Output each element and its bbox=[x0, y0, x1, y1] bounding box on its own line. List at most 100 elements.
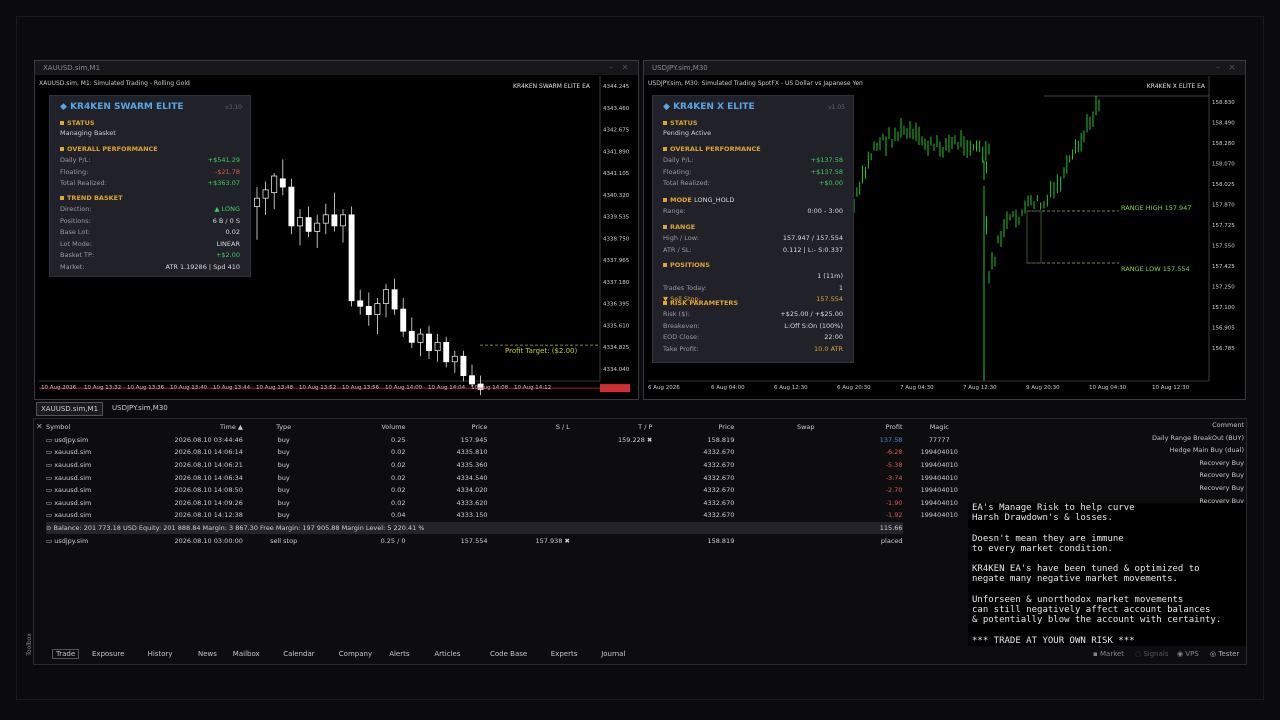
table-row[interactable]: ▭ xauusd.sim 2026.08.10 14:12:38 buy 0.04 43… bbox=[46, 509, 976, 522]
comment-cell: Daily Range BreakOut (BUY) bbox=[1151, 433, 1244, 442]
pending-order-row[interactable]: ▭ usdjpy.sim 2026.08.10 03:00:00 sell stop… bbox=[46, 534, 976, 547]
close-button[interactable]: ✕ bbox=[620, 61, 630, 75]
tab-calendar[interactable]: Calendar bbox=[283, 650, 314, 658]
panel-version: v3.10 bbox=[225, 104, 242, 111]
minimize-button[interactable]: – bbox=[606, 61, 616, 75]
table-cell: 4332.670 bbox=[703, 498, 735, 507]
panel-row: Market: ATR 1.19286 | Spd 410 bbox=[60, 263, 240, 273]
table-cell: ▭ usdjpy.sim bbox=[46, 536, 89, 545]
panel-row: 1 (11m) bbox=[663, 272, 843, 282]
candle bbox=[348, 214, 355, 302]
table-row[interactable]: ▭ usdjpy.sim 2026.08.10 03:44:46 buy 0.25 15… bbox=[46, 434, 976, 447]
tab-trade[interactable]: Trade bbox=[52, 649, 80, 659]
table-cell bbox=[488, 446, 570, 459]
range-high-label: RANGE HIGH 157.947 bbox=[1121, 204, 1191, 212]
table-row[interactable]: ▭ xauusd.sim 2026.08.10 14:06:21 buy 0.02 43… bbox=[46, 459, 976, 472]
panel-row-value: +$25.00 / +$25.00 bbox=[780, 310, 843, 318]
panel-row-value: 0:00 - 3:00 bbox=[807, 207, 843, 215]
table-cell: 4335.360 bbox=[456, 461, 488, 470]
disclaimer-line: EA's Manage Risk to help curve bbox=[972, 503, 1135, 513]
disclaimer-line: to every market condition. bbox=[972, 543, 1113, 554]
close-button[interactable]: ✕ bbox=[1227, 61, 1237, 75]
tab-journal[interactable]: Journal bbox=[601, 650, 625, 658]
table-cell: 4332.670 bbox=[703, 486, 735, 495]
table-cell: -6.28 bbox=[885, 448, 903, 457]
price-tick-label: 158.830 bbox=[1212, 100, 1235, 106]
table-cell: 2026.08.10 14:06:34 bbox=[174, 473, 243, 482]
table-cell: Volume bbox=[381, 423, 406, 432]
panel-row-key: Lot Mode: bbox=[60, 239, 92, 248]
status-vps[interactable]: ◉ VPS bbox=[1177, 650, 1199, 658]
panel-row: Breakeven: L:Off S:On (100%) bbox=[663, 322, 843, 332]
tab-alerts[interactable]: Alerts bbox=[389, 650, 409, 658]
tab-experts[interactable]: Experts bbox=[551, 650, 578, 658]
panel-row-key: Direction: bbox=[60, 205, 92, 213]
disclaimer-line bbox=[968, 523, 1246, 533]
table-row[interactable]: ▭ xauusd.sim 2026.08.10 14:06:34 buy 0.02 43… bbox=[46, 471, 976, 484]
panel-row-key: Market: bbox=[60, 263, 85, 271]
price-tick-label: 4335.610 bbox=[603, 323, 630, 329]
table-cell: 4332.670 bbox=[703, 511, 735, 520]
table-cell: Time ▲ bbox=[219, 423, 243, 432]
chart-window-usdjpy[interactable]: USDJPY.sim,M30 – ✕ 158.830 158.490 158.280… bbox=[643, 60, 1246, 400]
tab-exposure[interactable]: Exposure bbox=[92, 650, 124, 658]
table-cell: 4335.810 bbox=[456, 448, 488, 457]
price-tick-label: 4343.460 bbox=[603, 106, 630, 112]
panel-row-key: Risk ($): bbox=[663, 310, 690, 318]
table-cell bbox=[488, 509, 570, 522]
status-header: STATUS bbox=[663, 119, 843, 129]
mode-header: MODE LONG_HOLD bbox=[663, 196, 843, 206]
table-cell bbox=[488, 434, 570, 447]
candle bbox=[426, 333, 432, 352]
panel-row-value: -$21.78 bbox=[214, 167, 240, 176]
time-tick-label: 7 Aug 12:30 bbox=[963, 385, 997, 391]
table-cell: 2026.08.10 14:06:21 bbox=[174, 461, 243, 470]
panel-row: ATR / SL: 0.112 | L:- S:0.337 bbox=[663, 246, 843, 256]
table-cell: 0.02 bbox=[391, 486, 406, 495]
price-tick-label: 4338.750 bbox=[603, 236, 630, 242]
table-cell bbox=[488, 471, 570, 484]
risk-header: RISK PARAMETERS bbox=[663, 299, 843, 309]
ea-tag: KR4KEN X ELITE EA bbox=[1146, 83, 1205, 90]
panel-row-value: 157.947 / 157.554 bbox=[782, 234, 843, 242]
table-cell bbox=[903, 534, 976, 547]
chart-window-xauusd[interactable]: XAUUSD.sim,M1 – ✕ 4344.245 4343.460 4342.6… bbox=[34, 60, 639, 400]
tab-news[interactable]: News bbox=[198, 650, 217, 658]
table-row[interactable]: ▭ xauusd.sim 2026.08.10 14:08:50 buy 0.02 43… bbox=[46, 484, 976, 497]
panel-row: Daily P/L: +$137.58 bbox=[663, 156, 843, 166]
price-tick-label: 4334.825 bbox=[603, 345, 630, 351]
table-row[interactable]: ▭ xauusd.sim 2026.08.10 14:09:26 buy 0.02 43… bbox=[46, 497, 976, 510]
candle bbox=[288, 186, 295, 227]
close-icon[interactable]: ✕ bbox=[36, 422, 43, 431]
table-cell: -2.70 bbox=[885, 486, 903, 495]
table-cell: 2026.08.10 14:12:38 bbox=[174, 511, 243, 520]
status-tester[interactable]: ◎ Tester bbox=[1210, 650, 1239, 658]
chart-title: USDJPY.sim, M30: Simulated Trading SpotF… bbox=[648, 80, 863, 87]
panel-row-key: Breakeven: bbox=[663, 321, 700, 330]
table-cell: 199404010 bbox=[920, 448, 958, 457]
chart-tab-usdjpy[interactable]: USDJPY.sim,M30 bbox=[108, 402, 172, 414]
tab-articles[interactable]: Articles bbox=[434, 650, 460, 658]
table-cell: 77777 bbox=[928, 435, 950, 444]
price-tick-label: 158.070 bbox=[1212, 162, 1235, 168]
price-tick-label: 4341.890 bbox=[603, 149, 630, 155]
tab-code-base[interactable]: Code Base bbox=[490, 650, 527, 658]
candle bbox=[365, 305, 372, 315]
disclaimer-line: Doesn't mean they are immune bbox=[972, 533, 1124, 544]
table-cell bbox=[488, 484, 570, 497]
chart-tab-xauusd[interactable]: XAUUSD.sim,M1 bbox=[36, 402, 104, 416]
tab-mailbox[interactable]: Mailbox bbox=[233, 650, 260, 658]
minimize-button[interactable]: – bbox=[1213, 61, 1223, 75]
table-header[interactable]: Symbol Time ▲ Type Volume Price S / L T / P Pri… bbox=[46, 421, 976, 434]
toolbox-label: Toolbox bbox=[25, 633, 33, 656]
table-cell bbox=[570, 534, 652, 547]
status-market[interactable]: ▪ Market bbox=[1093, 650, 1124, 658]
tab-history[interactable]: History bbox=[148, 650, 173, 658]
status-signals[interactable]: ◌ Signals bbox=[1135, 650, 1169, 658]
tab-company[interactable]: Company bbox=[339, 650, 372, 658]
panel-row-key: High / Low: bbox=[663, 234, 699, 242]
table-row[interactable]: ▭ xauusd.sim 2026.08.10 14:06:14 buy 0.02 43… bbox=[46, 446, 976, 459]
panel-row-key: EOD Close: bbox=[663, 333, 700, 342]
panel-row-value: 1 bbox=[838, 283, 843, 292]
table-cell: 157.554 bbox=[460, 536, 488, 545]
